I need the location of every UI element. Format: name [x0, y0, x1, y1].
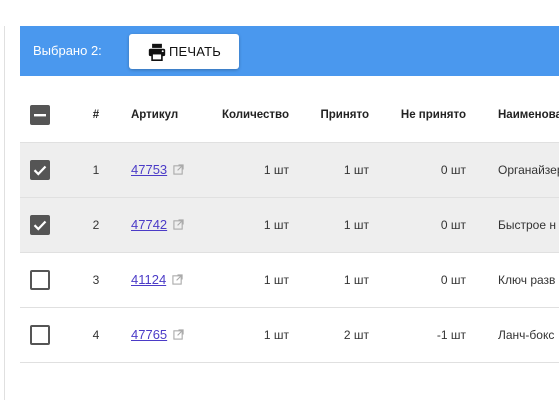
- name-cell: Быстрое н: [498, 218, 556, 232]
- col-header-not-accepted[interactable]: Не принято: [380, 108, 466, 122]
- col-header-accepted[interactable]: Принято: [300, 108, 369, 122]
- selected-count-label: Выбрано 2:: [33, 43, 102, 58]
- article-cell: 47765: [131, 327, 184, 342]
- not-accepted-cell: 0 шт: [440, 163, 466, 177]
- article-cell: 47742: [131, 217, 184, 232]
- checkmark-icon: [33, 220, 47, 231]
- quantity-cell: 1 шт: [263, 163, 289, 177]
- quantity-cell: 1 шт: [263, 218, 289, 232]
- print-button-label: ПЕЧАТЬ: [168, 44, 221, 59]
- name-cell: Ключ разв: [498, 273, 556, 287]
- article-cell: 41124: [131, 272, 183, 287]
- accepted-cell: 1 шт: [343, 163, 369, 177]
- name-cell: Органайзер: [498, 163, 559, 177]
- article-link[interactable]: 47753: [131, 162, 167, 177]
- article-cell: 47753: [131, 162, 184, 177]
- printer-icon: [148, 43, 166, 61]
- external-link-icon[interactable]: [173, 219, 184, 230]
- accepted-cell: 1 шт: [343, 218, 369, 232]
- checkbox-indeterminate-icon: [34, 114, 46, 117]
- col-header-article[interactable]: Артикул: [131, 108, 178, 122]
- col-header-quantity[interactable]: Количество: [210, 108, 289, 122]
- not-accepted-cell: 0 шт: [440, 218, 466, 232]
- row-number: 2: [92, 218, 100, 232]
- col-header-name[interactable]: Наименование: [498, 108, 559, 122]
- external-link-icon[interactable]: [173, 164, 184, 175]
- article-link[interactable]: 47765: [131, 327, 167, 342]
- row-checkbox[interactable]: [30, 160, 50, 180]
- table-row[interactable]: 1 47753 1 шт 1 шт 0 шт Органайзер: [20, 143, 559, 198]
- accepted-cell: 2 шт: [343, 328, 369, 342]
- accepted-cell: 1 шт: [343, 273, 369, 287]
- selection-toolbar: Выбрано 2: ПЕЧАТЬ: [20, 26, 559, 76]
- table-header: # Артикул Количество Принято Не принято …: [20, 88, 559, 143]
- external-link-icon[interactable]: [172, 274, 183, 285]
- row-checkbox[interactable]: [30, 215, 50, 235]
- row-checkbox[interactable]: [30, 270, 50, 290]
- page-left-border: [4, 26, 5, 400]
- not-accepted-cell: 0 шт: [440, 273, 466, 287]
- row-number: 4: [92, 328, 100, 342]
- table-row[interactable]: 2 47742 1 шт 1 шт 0 шт Быстрое н: [20, 198, 559, 253]
- print-button[interactable]: ПЕЧАТЬ: [129, 34, 239, 69]
- article-link[interactable]: 47742: [131, 217, 167, 232]
- checkmark-icon: [33, 165, 47, 176]
- col-header-num[interactable]: #: [90, 108, 102, 122]
- row-number: 1: [92, 163, 100, 177]
- not-accepted-cell: -1 шт: [436, 328, 466, 342]
- name-cell: Ланч-бокс: [498, 328, 555, 342]
- quantity-cell: 1 шт: [263, 273, 289, 287]
- quantity-cell: 1 шт: [263, 328, 289, 342]
- table-row[interactable]: 4 47765 1 шт 2 шт -1 шт Ланч-бокс: [20, 308, 559, 363]
- row-checkbox[interactable]: [30, 325, 50, 345]
- external-link-icon[interactable]: [173, 329, 184, 340]
- select-all-checkbox[interactable]: [30, 105, 50, 125]
- table-row[interactable]: 3 41124 1 шт 1 шт 0 шт Ключ разв: [20, 253, 559, 308]
- article-link[interactable]: 41124: [131, 272, 166, 287]
- row-number: 3: [92, 273, 100, 287]
